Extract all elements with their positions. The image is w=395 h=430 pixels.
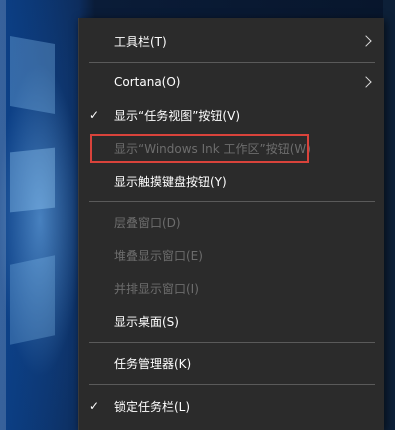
menu-item-cascade-windows: 层叠窗口(D) <box>79 209 384 235</box>
menu-item-show-desktop[interactable]: 显示桌面(S) <box>79 308 384 334</box>
wallpaper-window-pane <box>10 255 55 345</box>
menu-item-toolbars[interactable]: 工具栏(T) <box>79 28 384 54</box>
wallpaper-window-pane <box>10 36 55 114</box>
menu-item-label: 工具栏(T) <box>114 34 167 49</box>
checkmark-icon: ✓ <box>89 399 100 413</box>
menu-item-label: 任务管理器(K) <box>114 356 192 371</box>
menu-item-cortana[interactable]: Cortana(O) <box>79 69 384 95</box>
menu-item-label: 锁定任务栏(L) <box>114 399 191 414</box>
menu-item-label: 显示触摸键盘按钮(Y) <box>114 174 227 189</box>
menu-item-label: Cortana(O) <box>114 75 181 89</box>
menu-separator <box>89 342 375 343</box>
menu-separator <box>89 201 375 202</box>
taskbar-context-menu: 工具栏(T) Cortana(O) ✓ 显示“任务视图”按钮(V) 显示“Win… <box>78 18 384 430</box>
menu-item-show-touch-keyboard-button[interactable]: 显示触摸键盘按钮(Y) <box>79 168 384 194</box>
menu-separator <box>89 384 375 385</box>
chevron-right-icon <box>360 76 372 88</box>
menu-item-label: 堆叠显示窗口(E) <box>114 248 203 263</box>
menu-item-lock-taskbar[interactable]: ✓ 锁定任务栏(L) <box>79 393 384 419</box>
menu-separator <box>89 62 375 63</box>
highlight-box <box>90 134 309 163</box>
chevron-right-icon <box>360 35 372 47</box>
menu-item-label: 并排显示窗口(I) <box>114 281 199 296</box>
menu-item-label: 显示桌面(S) <box>114 314 179 329</box>
menu-item-side-by-side-windows: 并排显示窗口(I) <box>79 275 384 301</box>
menu-item-label: 显示“任务视图”按钮(V) <box>114 108 241 123</box>
menu-item-label: 层叠窗口(D) <box>114 215 181 230</box>
wallpaper-window-pane <box>10 147 55 213</box>
menu-item-stack-windows: 堆叠显示窗口(E) <box>79 242 384 268</box>
checkmark-icon: ✓ <box>89 108 100 122</box>
menu-item-task-manager[interactable]: 任务管理器(K) <box>79 350 384 376</box>
wallpaper-glow <box>0 0 6 430</box>
wallpaper-edge <box>383 0 395 430</box>
menu-item-show-task-view-button[interactable]: ✓ 显示“任务视图”按钮(V) <box>79 102 384 128</box>
